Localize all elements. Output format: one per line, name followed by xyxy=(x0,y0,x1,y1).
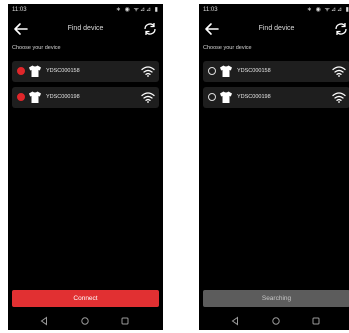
shirt-icon xyxy=(29,91,41,103)
device-row[interactable]: YDSC000158 xyxy=(12,61,159,82)
shirt-icon xyxy=(220,91,232,103)
device-name: YDSC000198 xyxy=(46,94,80,100)
status-time: 11:03 xyxy=(203,7,218,13)
app-bar: Find device xyxy=(199,16,349,42)
status-icons: ∗ ◉ ᯤ⊿⊿ ▮ xyxy=(306,7,349,13)
status-bar: 11:03 ∗ ◉ ᯤ⊿⊿ ▮ xyxy=(8,4,163,16)
status-icons: ∗ ◉ ᯤ⊿⊿ ▮ xyxy=(115,7,159,13)
system-nav-bar xyxy=(8,312,163,330)
circle-home-icon[interactable] xyxy=(270,315,282,327)
section-label: Choose your device xyxy=(12,45,61,51)
device-name: YDSC000158 xyxy=(46,68,80,74)
device-row[interactable]: YDSC000158 xyxy=(203,61,349,82)
shirt-icon xyxy=(220,65,232,77)
device-name: YDSC000198 xyxy=(237,94,271,100)
phone-screen-connect: 11:03 ∗ ◉ ᯤ⊿⊿ ▮ Find device Choose your … xyxy=(8,4,163,330)
status-time: 11:03 xyxy=(12,7,27,13)
triangle-back-icon[interactable] xyxy=(229,315,241,327)
shirt-icon xyxy=(29,65,41,77)
radio-unselected-icon[interactable] xyxy=(208,67,216,75)
square-recents-icon[interactable] xyxy=(310,315,322,327)
status-bar: 11:03 ∗ ◉ ᯤ⊿⊿ ▮ xyxy=(199,4,349,16)
wifi-icon xyxy=(332,92,346,103)
system-nav-bar xyxy=(199,312,349,330)
circle-home-icon[interactable] xyxy=(79,315,91,327)
wifi-icon xyxy=(332,66,346,77)
section-label: Choose your device xyxy=(203,45,252,51)
radio-selected-icon[interactable] xyxy=(17,67,25,75)
searching-button[interactable]: Searching xyxy=(203,290,349,307)
radio-unselected-icon[interactable] xyxy=(208,93,216,101)
page-title: Find device xyxy=(67,25,104,32)
wifi-icon xyxy=(141,66,155,77)
refresh-icon[interactable] xyxy=(332,20,349,38)
device-row[interactable]: YDSC000198 xyxy=(203,87,349,108)
phone-screen-searching: 11:03 ∗ ◉ ᯤ⊿⊿ ▮ Find device Choose your … xyxy=(199,4,349,330)
wifi-icon xyxy=(141,92,155,103)
refresh-icon[interactable] xyxy=(141,20,159,38)
radio-selected-icon[interactable] xyxy=(17,93,25,101)
page-title: Find device xyxy=(258,25,295,32)
app-bar: Find device xyxy=(8,16,163,42)
triangle-back-icon[interactable] xyxy=(38,315,50,327)
device-row[interactable]: YDSC000198 xyxy=(12,87,159,108)
device-name: YDSC000158 xyxy=(237,68,271,74)
connect-button[interactable]: Connect xyxy=(12,290,159,307)
square-recents-icon[interactable] xyxy=(119,315,131,327)
